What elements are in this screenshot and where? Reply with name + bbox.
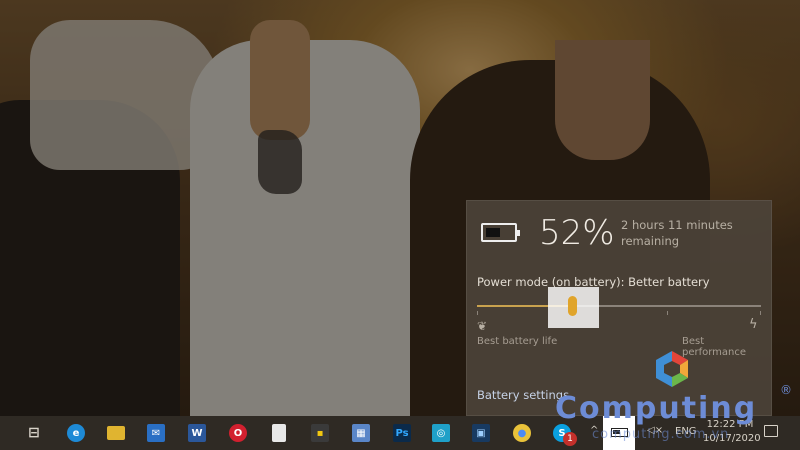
- photo-icon: ▦: [352, 424, 370, 442]
- lightning-icon: ϟ: [749, 317, 758, 332]
- slider-tick: [760, 311, 761, 315]
- taskbar-document-button[interactable]: [260, 416, 298, 450]
- task-view-icon: ⊟: [25, 424, 43, 442]
- virtualbox-icon: ▣: [472, 424, 490, 442]
- watermark-registered-mark: ®: [780, 383, 792, 397]
- taskbar-store-button[interactable]: ▪: [301, 416, 339, 450]
- slider-tick: [477, 311, 478, 315]
- taskbar-edge-button[interactable]: e: [57, 416, 95, 450]
- document-icon: [272, 424, 286, 442]
- camera-icon: ◎: [432, 424, 450, 442]
- opera-icon: O: [229, 424, 247, 442]
- taskbar-task-view-button[interactable]: ⊟: [15, 416, 53, 450]
- taskbar-photoshop-button[interactable]: Ps: [383, 416, 421, 450]
- watermark-site: computing.com.vn: [592, 427, 730, 442]
- photoshop-icon: Ps: [393, 424, 411, 442]
- taskbar-virtualbox-button[interactable]: ▣: [462, 416, 500, 450]
- time-remaining-line1: 2 hours 11 minutes: [621, 218, 733, 232]
- mail-icon: ✉: [147, 424, 165, 442]
- taskbar-camera-button[interactable]: ◎: [422, 416, 460, 450]
- folder-icon: [107, 426, 125, 440]
- leaf-icon: ❦: [477, 319, 488, 333]
- time-remaining-line2: remaining: [621, 234, 680, 248]
- taskbar-mail-button[interactable]: ✉: [137, 416, 175, 450]
- word-icon: W: [188, 424, 206, 442]
- taskbar-photo-button[interactable]: ▦: [342, 416, 380, 450]
- watermark-word: Computing: [555, 391, 758, 426]
- taskbar-opera-button[interactable]: O: [219, 416, 257, 450]
- best-battery-life-label: Best battery life: [477, 336, 558, 347]
- slider-tick: [667, 311, 668, 315]
- battery-percent: 52%: [539, 213, 615, 253]
- taskbar-word-button[interactable]: W: [178, 416, 216, 450]
- battery-time-remaining: 2 hours 11 minutes remaining: [621, 217, 761, 249]
- power-mode-slider-thumb[interactable]: [568, 296, 577, 316]
- store-icon: ▪: [311, 424, 329, 442]
- taskbar-file-explorer-button[interactable]: [97, 416, 135, 450]
- computing-logo-icon: [656, 351, 688, 387]
- power-mode-slider-track[interactable]: [477, 305, 761, 307]
- chrome-icon: ●: [513, 424, 531, 442]
- battery-icon: [481, 223, 520, 242]
- edge-icon: e: [67, 424, 85, 442]
- computing-watermark: Computing ® computing.com.vn: [552, 345, 800, 450]
- taskbar-chrome-button[interactable]: ●: [503, 416, 541, 450]
